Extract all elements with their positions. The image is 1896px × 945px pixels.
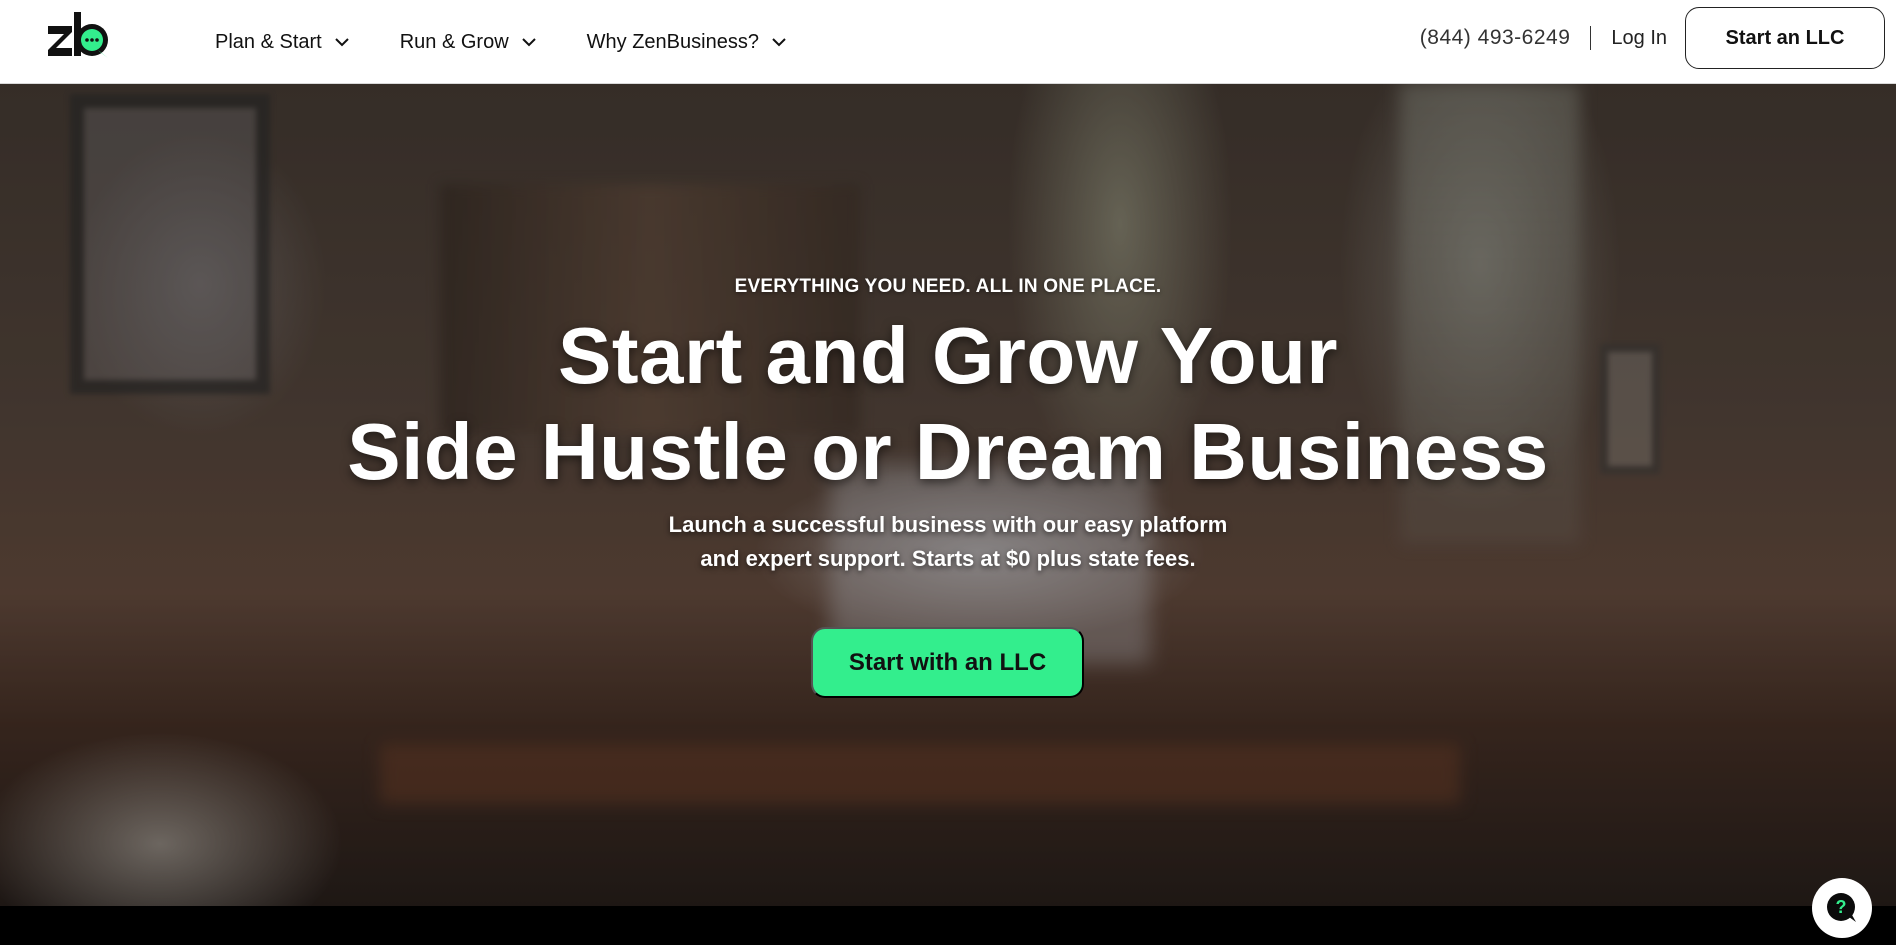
nav-item-label: Why ZenBusiness? [586, 30, 759, 53]
chevron-down-icon [772, 38, 786, 47]
headline-line-1: Start and Grow Your [558, 311, 1338, 400]
bottom-bar [0, 906, 1896, 945]
divider [1590, 26, 1592, 50]
hero-content: EVERYTHING YOU NEED. ALL IN ONE PLACE. S… [0, 84, 1896, 906]
subheadline-line-2: and expert support. Starts at $0 plus st… [700, 546, 1196, 571]
subheadline-line-1: Launch a successful business with our ea… [668, 512, 1228, 537]
nav-item-run-grow[interactable]: Run & Grow [400, 31, 537, 54]
nav-item-plan-start[interactable]: Plan & Start [215, 31, 350, 54]
phone-number-link[interactable]: (844) 493-6249 [1420, 26, 1571, 50]
hero-subheadline: Launch a successful business with our ea… [0, 508, 1896, 576]
hero-eyebrow: EVERYTHING YOU NEED. ALL IN ONE PLACE. [734, 276, 1162, 297]
help-chat-icon: ? [1827, 893, 1856, 922]
hero-headline: Start and Grow Your Side Hustle or Dream… [0, 308, 1896, 500]
hero-section: EVERYTHING YOU NEED. ALL IN ONE PLACE. S… [0, 84, 1896, 906]
headline-line-2: Side Hustle or Dream Business [347, 407, 1549, 496]
main-nav: Plan & Start Run & Grow Why ZenBusiness? [215, 0, 837, 84]
help-glyph: ? [1836, 897, 1847, 917]
chevron-down-icon [521, 38, 536, 47]
zenbusiness-logo[interactable] [46, 12, 112, 60]
nav-item-label: Plan & Start [215, 30, 322, 53]
start-llc-button[interactable]: Start an LLC [1685, 7, 1885, 69]
site-header: Plan & Start Run & Grow Why ZenBusiness?… [0, 0, 1896, 84]
logo-icon [48, 12, 108, 58]
nav-item-why-zenbusiness[interactable]: Why ZenBusiness? [587, 31, 787, 54]
header-actions: (844) 493-6249 Log In Start an LLC [1420, 7, 1885, 69]
login-link[interactable]: Log In [1611, 27, 1667, 50]
nav-item-label: Run & Grow [399, 30, 509, 53]
start-with-llc-button[interactable]: Start with an LLC [811, 627, 1084, 698]
chevron-down-icon [335, 38, 349, 47]
help-chat-button[interactable]: ? [1812, 878, 1872, 938]
